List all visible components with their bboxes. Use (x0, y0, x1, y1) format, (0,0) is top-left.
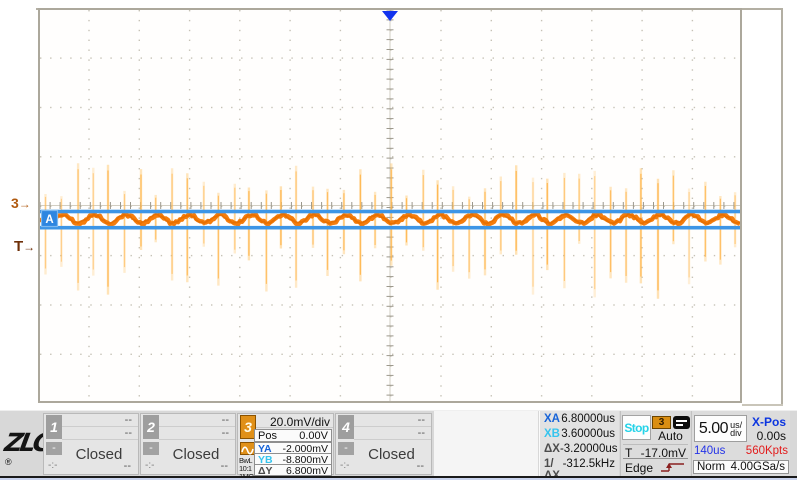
channel4-info-row1: -- (354, 414, 431, 427)
cursor-readout-box: XA 6.80000us XB 3.60000us ΔX -3.20000us … (539, 411, 619, 477)
channel1-coupling: -:- (48, 460, 57, 471)
rising-edge-icon (660, 461, 686, 476)
ya-value: -2.000mV (282, 443, 328, 453)
trigger-type-row[interactable]: Edge (623, 461, 688, 475)
trigger-menu-icon[interactable] (673, 416, 690, 429)
cursor-invdx-row: 1/ΔX -312.5kHz (544, 458, 615, 473)
channel1-offset: -- (124, 460, 131, 472)
invdx-value: -312.5kHz (563, 458, 615, 473)
channel3-position-marker[interactable]: 3→ (11, 195, 31, 211)
sine-wave-icon (240, 442, 255, 455)
run-stop-button[interactable]: Stop (622, 415, 651, 440)
channel4-badge[interactable]: 4 (338, 415, 354, 439)
channel1-badge[interactable]: 1 (46, 415, 62, 439)
cursor-dx-row: ΔX -3.20000us (544, 443, 615, 458)
channel3-pos-value: 0.00V (299, 430, 328, 441)
ya-label: YA (258, 443, 272, 453)
channel4-offset: -- (417, 460, 424, 472)
channel2-box[interactable]: -- -- 2 - Closed -:- -- (140, 413, 236, 475)
yb-value: -8.800mV (282, 454, 328, 464)
channel2-offset: -- (221, 460, 228, 472)
cursor-yb-line[interactable] (40, 226, 740, 230)
timebase-scale-value: 5.00 (699, 420, 728, 438)
xa-label: XA (544, 413, 560, 428)
channel2-info-row2: -- (159, 427, 235, 440)
trigger-level-label: T (625, 446, 632, 458)
memory-depth: 560Kpts (746, 445, 788, 459)
channel1-box[interactable]: -- -- 1 - Closed -:- -- (43, 413, 139, 475)
sample-rate: 4.00GSa/s (731, 461, 785, 473)
dy-label: ΔY (258, 465, 273, 475)
xpos-value: 0.00s (757, 429, 786, 443)
channel3-scale[interactable]: 20.0mV/div (255, 414, 333, 428)
channel4-coupling: -:- (340, 460, 349, 471)
panel-bottom-accent (0, 478, 797, 480)
cursor-dy-row: ΔY 6.800mV (254, 464, 332, 476)
trigger-source-badge[interactable]: 3 (652, 416, 671, 429)
xa-value: 6.80000us (561, 413, 615, 428)
dy-value: 6.800mV (286, 465, 328, 475)
status-bar: ZLG® -- -- 1 - Closed -:- -- -- -- 2 - C… (0, 410, 797, 477)
right-arrow-icon: → (19, 197, 31, 211)
waveform-display: A (40, 10, 740, 401)
svg-text:A: A (45, 214, 53, 226)
channel1-info-row1: -- (62, 414, 138, 427)
yb-label: YB (258, 454, 273, 464)
panel-message-area (434, 411, 538, 477)
trigger-level-row[interactable]: T -17.0mV (623, 444, 688, 459)
screen-frame-bottom (742, 404, 783, 406)
dx-label: ΔX (544, 443, 560, 458)
timebase-scale-cell[interactable]: 5.00 us/div (694, 415, 747, 442)
invdx-label: 1/ΔX (544, 458, 563, 473)
channel3-box[interactable]: 20.0mV/div 3 Pos 0.00V BwL 10:1 1MΩ YA -… (237, 413, 334, 475)
cursor-xb-row: XB 3.60000us (544, 428, 615, 443)
right-arrow-icon: → (23, 240, 35, 254)
cursor-xa-row: XA 6.80000us (544, 413, 615, 428)
oscilloscope-app: A 3→ T→ ZLG® -- -- 1 - Closed -:- -- -- … (0, 0, 797, 482)
channel2-info-row1: -- (159, 414, 235, 427)
channel3-pos-label: Pos (258, 430, 277, 441)
channel4-info-row2: -- (354, 427, 431, 440)
screen-frame-right (781, 8, 783, 406)
cursor-a-badge[interactable]: A (42, 211, 58, 227)
xpos-label[interactable]: X-Pos (752, 415, 786, 429)
dx-value: -3.20000us (560, 443, 618, 458)
acquisition-mode: Norm (697, 461, 725, 473)
channel2-badge[interactable]: 2 (143, 415, 159, 439)
capture-span: 140us (694, 445, 725, 459)
brand-logo: ZLG® (5, 428, 47, 482)
graticule-area[interactable]: A (38, 8, 742, 403)
xb-label: XB (544, 428, 560, 443)
channel2-coupling: -:- (145, 460, 154, 471)
trigger-box: Stop 3 Auto T -17.0mV Edge (620, 411, 690, 477)
channel3-position[interactable]: Pos 0.00V (254, 429, 332, 442)
timebase-box: 5.00 us/div X-Pos 0.00s 140us 560Kpts No… (691, 411, 790, 477)
capture-row: 140us 560Kpts (694, 445, 788, 459)
trigger-sweep-mode[interactable]: Auto (650, 429, 691, 443)
acquisition-row: Norm 4.00GSa/s (693, 460, 789, 474)
xb-value: 3.60000us (561, 428, 615, 443)
registered-mark: ® (5, 457, 12, 467)
trigger-level-marker[interactable]: T→ (14, 238, 35, 255)
channel1-info-row2: -- (62, 427, 138, 440)
timebase-scale-unit: us/div (730, 421, 742, 437)
trigger-type-label: Edge (625, 461, 653, 475)
channel4-box[interactable]: -- -- 4 - Closed -:- -- (335, 413, 432, 475)
trigger-position-marker[interactable] (382, 11, 398, 21)
trigger-level-value: -17.0mV (641, 446, 686, 458)
cursor-ya-line[interactable] (40, 210, 740, 214)
